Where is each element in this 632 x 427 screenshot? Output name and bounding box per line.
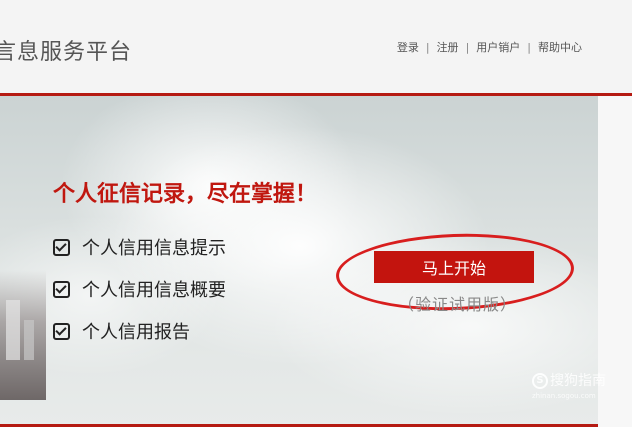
- top-nav: 登录 | 注册 | 用户销户 | 帮助中心: [397, 39, 582, 55]
- feature-item: 个人信用信息提示: [53, 236, 226, 259]
- sogou-logo-icon: S: [532, 373, 548, 389]
- feature-item: 个人信用报告: [53, 320, 226, 343]
- watermark-brand: 搜狗指南: [550, 373, 606, 389]
- nav-separator: |: [465, 41, 470, 54]
- cancel-account-link[interactable]: 用户销户: [476, 41, 520, 54]
- feature-label: 个人信用信息概要: [82, 280, 226, 301]
- city-skyline-image: [0, 270, 46, 400]
- nav-separator: |: [527, 41, 531, 54]
- feature-list: 个人信用信息提示 个人信用信息概要 个人信用报告: [53, 236, 226, 362]
- checked-box-icon: [53, 238, 70, 256]
- checked-box-icon: [53, 280, 70, 298]
- checked-box-icon: [53, 322, 70, 340]
- watermark-url: zhinan.sogou.com: [532, 392, 596, 400]
- login-link[interactable]: 登录: [397, 41, 419, 54]
- hero-headline: 个人征信记录，尽在掌握！: [53, 182, 318, 207]
- feature-item: 个人信用信息概要: [53, 278, 226, 301]
- help-center-link[interactable]: 帮助中心: [538, 41, 582, 54]
- register-link[interactable]: 注册: [437, 41, 459, 54]
- site-title: 言息服务平台: [0, 40, 133, 65]
- sogou-watermark: S 搜狗指南 zhinan.sogou.com: [532, 370, 606, 400]
- nav-separator: |: [425, 41, 430, 54]
- trial-version-note: （验证试用版）: [398, 295, 518, 314]
- feature-label: 个人信用报告: [82, 322, 190, 343]
- feature-label: 个人信用信息提示: [82, 238, 226, 259]
- header: 言息服务平台 登录 | 注册 | 用户销户 | 帮助中心: [0, 0, 632, 94]
- start-now-button[interactable]: 马上开始: [374, 251, 534, 283]
